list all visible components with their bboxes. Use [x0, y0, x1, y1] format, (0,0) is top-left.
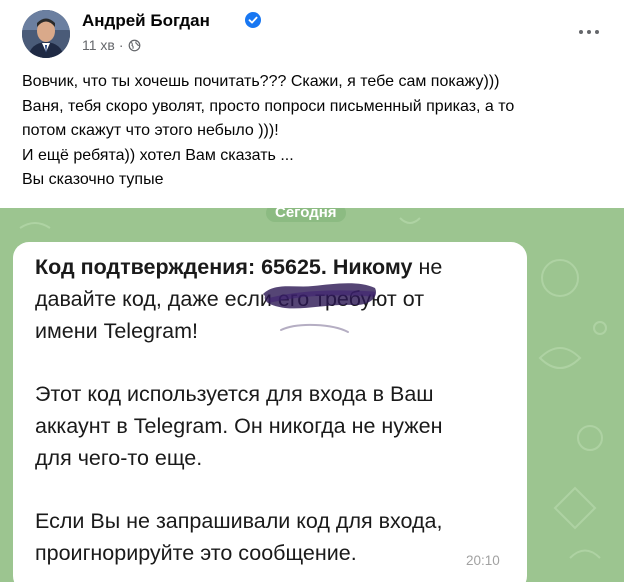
- date-pill: Сегодня: [266, 208, 346, 222]
- post-text-line: И ещё ребята)) хотел Вам сказать ...: [22, 146, 294, 164]
- more-dot: [595, 30, 599, 34]
- post-text-line: потом скажут что этого небыло )))!: [22, 122, 279, 139]
- message-line: проигнорируйте это сообщение.: [35, 541, 357, 565]
- message-line: Код подтверждения: 65625. Никому не: [35, 251, 515, 283]
- author-name[interactable]: Андрей Богдан: [82, 11, 210, 31]
- avatar[interactable]: [22, 10, 70, 58]
- more-options-icon[interactable]: [576, 22, 602, 42]
- message-text: Код подтверждения: 65625. Никому не дава…: [35, 251, 515, 569]
- message-line: Если Вы не запрашивали код для входа,: [35, 509, 443, 533]
- message-line: имени Telegram!: [35, 319, 199, 343]
- message-line: аккаунт в Telegram. Он никогда не нужен: [35, 414, 443, 438]
- post-photo[interactable]: Сегодня Код подтверждения: 65625. Никому…: [0, 208, 624, 582]
- post-meta: 11 хв ·: [82, 37, 141, 53]
- meta-separator: ·: [118, 37, 124, 53]
- message-bubble: Код подтверждения: 65625. Никому не дава…: [13, 242, 527, 582]
- avatar-photo: [22, 10, 70, 58]
- verified-badge-icon: [245, 12, 261, 28]
- facebook-post: Андрей Богдан 11 хв · Вовчик, что ты хоч…: [0, 0, 624, 582]
- more-dot: [579, 30, 583, 34]
- post-text-line: Вовчик, что ты хочешь почитать??? Скажи,…: [22, 73, 500, 90]
- post-timestamp[interactable]: 11 хв: [82, 37, 115, 53]
- message-line: давайте код, даже если его требуют от: [35, 287, 425, 311]
- message-line: для чего-то еще.: [35, 446, 203, 470]
- globe-icon[interactable]: [128, 39, 141, 52]
- more-dot: [587, 30, 591, 34]
- post-text-line: Вы сказочно тупые: [22, 171, 164, 188]
- message-bold: . Никому: [320, 255, 413, 279]
- message-time: 20:10: [466, 553, 500, 568]
- code-label: Код подтверждения:: [35, 255, 262, 279]
- post-text: Вовчик, что ты хочешь почитать??? Скажи,…: [22, 70, 612, 193]
- post-text-line: Ваня, тебя скоро уволят, просто попроси …: [22, 97, 515, 115]
- verification-code: 65625: [261, 255, 321, 279]
- message-line: Этот код используется для входа в Ваш: [35, 382, 434, 406]
- message-fragment: не: [412, 255, 443, 279]
- post-header: Андрей Богдан 11 хв ·: [22, 8, 602, 60]
